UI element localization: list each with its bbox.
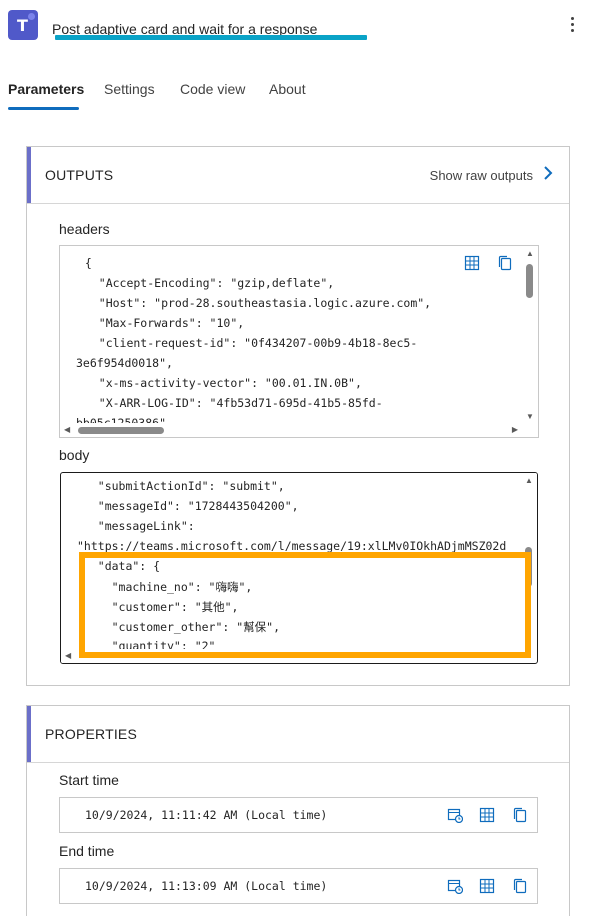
- section-accent-bar: [27, 706, 31, 762]
- tab-parameters[interactable]: Parameters: [8, 81, 84, 97]
- show-raw-outputs-link[interactable]: Show raw outputs: [430, 168, 533, 183]
- code-line: "x-ms-activity-vector": "00.01.IN.0B",: [78, 376, 362, 390]
- start-time-value: 10/9/2024, 11:11:42 AM (Local time): [85, 808, 328, 822]
- scroll-left-icon[interactable]: ◀: [65, 652, 71, 660]
- code-line: 3e6f954d0018",: [76, 356, 173, 370]
- end-time-value: 10/9/2024, 11:13:09 AM (Local time): [85, 879, 328, 893]
- code-line: "messageId": "1728443504200",: [77, 499, 299, 513]
- tab-settings[interactable]: Settings: [104, 81, 155, 97]
- vertical-scrollbar[interactable]: ▲ ▼: [522, 246, 538, 423]
- table-view-icon[interactable]: [479, 878, 495, 894]
- code-line: "X-ARR-LOG-ID": "4fb53d71-695d-41b5-85fd…: [78, 396, 383, 410]
- outputs-header[interactable]: OUTPUTS Show raw outputs: [27, 147, 569, 204]
- scroll-up-icon[interactable]: ▲: [526, 250, 534, 258]
- highlight-annotation-box: [79, 552, 531, 658]
- copy-icon[interactable]: [512, 807, 528, 823]
- scroll-down-icon[interactable]: ▼: [526, 413, 534, 421]
- scroll-up-icon[interactable]: ▲: [525, 477, 533, 485]
- title-highlight-underline: [55, 35, 367, 40]
- chevron-right-icon[interactable]: [543, 165, 553, 181]
- code-line: "Host": "prod-28.southeastasia.logic.azu…: [78, 296, 432, 310]
- scroll-left-icon[interactable]: ◀: [64, 426, 70, 434]
- start-time-label: Start time: [59, 772, 119, 788]
- code-line: "Accept-Encoding": "gzip,deflate",: [78, 276, 335, 290]
- table-view-icon[interactable]: [464, 255, 480, 271]
- code-line: "https://teams.microsoft.com/l/message/1…: [77, 539, 507, 553]
- microsoft-teams-icon: T: [8, 10, 38, 40]
- scroll-thumb[interactable]: [526, 264, 533, 298]
- table-view-icon[interactable]: [479, 807, 495, 823]
- section-accent-bar: [27, 147, 31, 203]
- calendar-clock-icon[interactable]: [447, 878, 463, 894]
- active-tab-indicator: [8, 107, 79, 110]
- code-line: "Max-Forwards": "10",: [78, 316, 245, 330]
- body-label: body: [59, 447, 90, 463]
- more-vertical-icon[interactable]: [565, 17, 579, 35]
- headers-code-box[interactable]: { "Accept-Encoding": "gzip,deflate", "Ho…: [59, 245, 539, 438]
- code-line: {: [78, 256, 92, 270]
- scroll-thumb[interactable]: [78, 427, 164, 434]
- calendar-clock-icon[interactable]: [447, 807, 463, 823]
- code-line: "client-request-id": "0f434207-00b9-4b18…: [78, 336, 418, 350]
- copy-icon[interactable]: [512, 878, 528, 894]
- outputs-title: OUTPUTS: [45, 167, 114, 183]
- properties-header[interactable]: PROPERTIES: [27, 706, 569, 763]
- tab-code-view[interactable]: Code view: [180, 81, 245, 97]
- code-line: "messageLink":: [77, 519, 195, 533]
- headers-label: headers: [59, 221, 110, 237]
- code-line: "submitActionId": "submit",: [77, 479, 285, 493]
- scroll-right-icon[interactable]: ▶: [512, 426, 518, 434]
- horizontal-scrollbar[interactable]: ◀ ▶: [60, 423, 522, 437]
- copy-icon[interactable]: [497, 255, 513, 271]
- end-time-field[interactable]: 10/9/2024, 11:13:09 AM (Local time): [59, 868, 538, 904]
- start-time-field[interactable]: 10/9/2024, 11:11:42 AM (Local time): [59, 797, 538, 833]
- end-time-label: End time: [59, 843, 115, 859]
- properties-title: PROPERTIES: [45, 726, 137, 742]
- tab-about[interactable]: About: [269, 81, 306, 97]
